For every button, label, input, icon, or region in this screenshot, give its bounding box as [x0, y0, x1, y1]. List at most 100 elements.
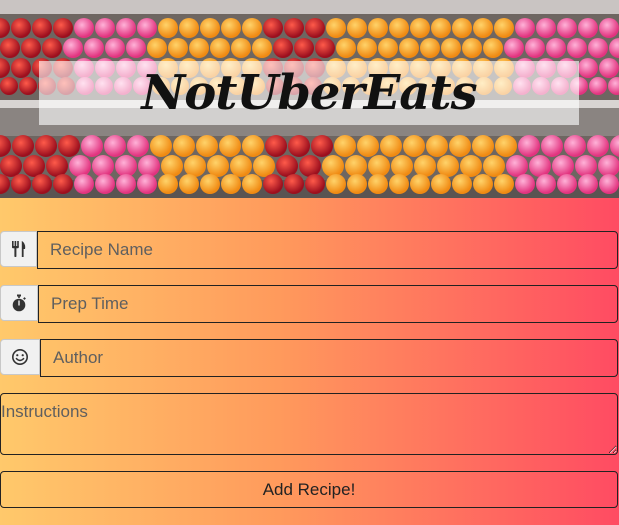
fruit [589, 77, 607, 95]
fruit [95, 18, 115, 38]
fruit [116, 18, 136, 38]
fruit [403, 135, 425, 157]
fruit [263, 174, 283, 194]
fruit [588, 38, 608, 58]
fruit [599, 58, 619, 78]
fruit [495, 135, 517, 157]
fruit [336, 38, 356, 58]
fruit [529, 155, 551, 177]
fruit [347, 174, 367, 194]
fruit [288, 135, 310, 157]
fruit [19, 77, 37, 95]
fruit [410, 18, 430, 38]
fruit [116, 174, 136, 194]
fruit [69, 155, 91, 177]
fruit [575, 155, 597, 177]
prep-time-input[interactable] [38, 285, 618, 323]
fruit [92, 155, 114, 177]
fruit [368, 155, 390, 177]
fruit [158, 174, 178, 194]
fruit [0, 38, 20, 58]
fruit [284, 174, 304, 194]
fruit [63, 38, 83, 58]
fruit [138, 155, 160, 177]
stopwatch-icon [12, 294, 26, 312]
fruit [299, 155, 321, 177]
author-addon [0, 339, 40, 375]
fruit [81, 135, 103, 157]
fruit [11, 174, 31, 194]
fruit [263, 18, 283, 38]
fruit [472, 135, 494, 157]
fruit [305, 18, 325, 38]
fruit [168, 38, 188, 58]
fruit [399, 38, 419, 58]
fruit [378, 38, 398, 58]
fruit [426, 135, 448, 157]
fruit [184, 155, 206, 177]
fruit [46, 155, 68, 177]
fruit [221, 18, 241, 38]
fruit [179, 18, 199, 38]
fruit [380, 135, 402, 157]
fruit [462, 38, 482, 58]
fruit [541, 135, 563, 157]
fruit [460, 155, 482, 177]
fruit [578, 174, 598, 194]
fruit [32, 174, 52, 194]
fruit [420, 38, 440, 58]
fruit [431, 18, 451, 38]
fruit [0, 77, 18, 95]
fruit [564, 135, 586, 157]
fruit [357, 135, 379, 157]
fruit [391, 155, 413, 177]
add-recipe-button[interactable]: Add Recipe! [0, 471, 618, 508]
fruit [305, 174, 325, 194]
fruit [483, 155, 505, 177]
author-input[interactable] [40, 339, 618, 377]
fruit [326, 174, 346, 194]
fruit [11, 58, 31, 78]
fruit [231, 38, 251, 58]
fruit [276, 155, 298, 177]
fruit [322, 155, 344, 177]
prep-time-row [0, 285, 618, 323]
fruit [230, 155, 252, 177]
fruit [452, 18, 472, 38]
fruit [473, 18, 493, 38]
fruit [137, 174, 157, 194]
fruit [598, 155, 619, 177]
instructions-textarea[interactable] [0, 393, 618, 455]
fruit [53, 18, 73, 38]
fruit [536, 18, 556, 38]
fruit [147, 38, 167, 58]
fruit [105, 38, 125, 58]
fruit [578, 18, 598, 38]
fruit [104, 135, 126, 157]
fruit [242, 18, 262, 38]
fruit [252, 38, 272, 58]
fruit [599, 174, 619, 194]
fruit [334, 135, 356, 157]
fruit [84, 38, 104, 58]
smiley-icon [12, 349, 28, 365]
fruit [115, 155, 137, 177]
fruit [347, 18, 367, 38]
fruit [389, 18, 409, 38]
fruit [599, 18, 619, 38]
fruit [74, 18, 94, 38]
fruit [207, 155, 229, 177]
fruit [473, 174, 493, 194]
fruit [127, 135, 149, 157]
fruit [200, 174, 220, 194]
recipe-name-input[interactable] [37, 231, 618, 269]
fruit [515, 18, 535, 38]
fruit [357, 38, 377, 58]
fruit [504, 38, 524, 58]
fruit [273, 38, 293, 58]
title-box: NotUberEats [39, 61, 579, 125]
fruit [53, 174, 73, 194]
hero-banner: NotUberEats [0, 0, 619, 198]
fruit [587, 135, 609, 157]
fruit [161, 155, 183, 177]
